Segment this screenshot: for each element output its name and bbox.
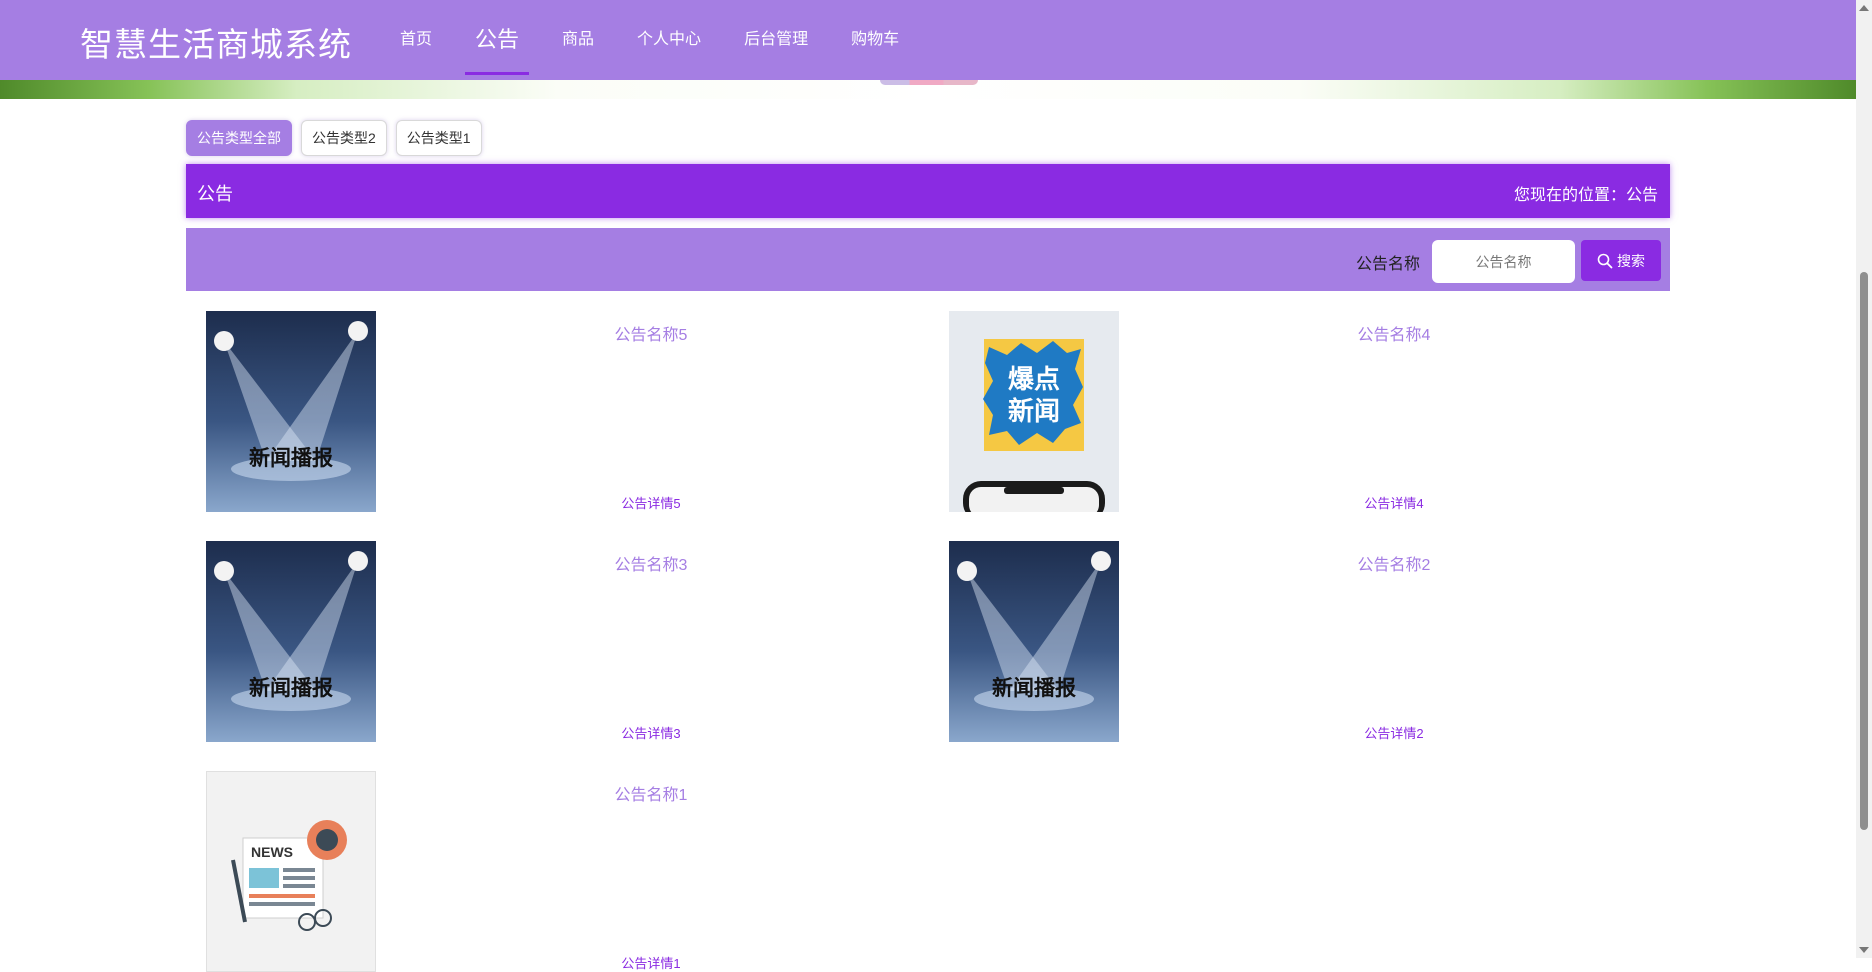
notice-name[interactable]: 公告名称2 — [1119, 551, 1669, 575]
main-nav: 首页 公告 商品 个人中心 后台管理 购物车 — [400, 0, 942, 80]
search-bar: 公告名称 搜索 — [186, 228, 1670, 291]
scroll-thumb[interactable] — [1860, 272, 1868, 830]
notice-name[interactable]: 公告名称5 — [376, 321, 926, 345]
notice-detail-link[interactable]: 公告详情3 — [376, 723, 926, 742]
top-header: 智慧生活商城系统 首页 公告 商品 个人中心 后台管理 购物车 — [0, 0, 1856, 80]
search-icon — [1597, 253, 1613, 268]
notice-name[interactable]: 公告名称4 — [1119, 321, 1669, 345]
spotlight-image[interactable]: 新闻播报 — [949, 541, 1119, 742]
filter-all-button[interactable]: 公告类型全部 — [186, 120, 292, 156]
page-scrollbar[interactable] — [1856, 0, 1872, 958]
notice-card[interactable]: 爆点新闻 公告名称4 公告详情4 — [929, 311, 1669, 512]
notice-card[interactable]: NEWS 公告名称1 公告详情1 — [186, 771, 926, 972]
scroll-up-icon[interactable] — [1859, 5, 1869, 11]
notice-detail-link[interactable]: 公告详情5 — [376, 493, 926, 512]
filter-type1-button[interactable]: 公告类型1 — [395, 120, 482, 156]
nav-products[interactable]: 商品 — [562, 0, 594, 80]
thumb-caption: 新闻播报 — [249, 447, 333, 470]
notice-type-filters: 公告类型全部 公告类型2 公告类型1 — [186, 120, 491, 156]
notice-card[interactable]: 新闻播报 公告名称5 公告详情5 — [186, 311, 926, 512]
site-brand[interactable]: 智慧生活商城系统 — [80, 18, 352, 66]
search-input[interactable] — [1432, 240, 1575, 283]
search-button[interactable]: 搜索 — [1581, 240, 1661, 281]
page-title: 公告 — [197, 184, 233, 204]
nav-admin[interactable]: 后台管理 — [744, 0, 808, 80]
spotlight-image[interactable]: 新闻播报 — [206, 541, 376, 742]
thumb-caption: 新闻播报 — [249, 677, 333, 700]
nav-notice[interactable]: 公告 — [465, 0, 530, 80]
nav-personal-center[interactable]: 个人中心 — [637, 0, 701, 80]
carousel-indicator[interactable] — [880, 80, 978, 85]
breaking-news-phone-image[interactable]: 爆点新闻 — [949, 311, 1119, 512]
section-title-bar: 公告 您现在的位置：公告 — [186, 164, 1670, 218]
search-label: 公告名称 — [1356, 256, 1421, 273]
scroll-down-icon[interactable] — [1859, 947, 1869, 953]
filter-type2-button[interactable]: 公告类型2 — [301, 120, 387, 156]
notice-detail-link[interactable]: 公告详情4 — [1119, 493, 1669, 512]
notice-detail-link[interactable]: 公告详情2 — [1119, 723, 1669, 742]
notice-detail-link[interactable]: 公告详情1 — [376, 953, 926, 972]
thumb-caption: NEWS — [251, 844, 293, 860]
nav-cart[interactable]: 购物车 — [851, 0, 899, 80]
notice-card[interactable]: 新闻播报 公告名称2 公告详情2 — [929, 541, 1669, 742]
notice-card[interactable]: 新闻播报 公告名称3 公告详情3 — [186, 541, 926, 742]
thumb-caption: 爆点新闻 — [1007, 364, 1060, 426]
search-button-label: 搜索 — [1617, 252, 1645, 269]
spotlight-image[interactable]: 新闻播报 — [206, 311, 376, 512]
breadcrumb: 您现在的位置：公告 — [1513, 187, 1658, 204]
notice-name[interactable]: 公告名称3 — [376, 551, 926, 575]
nav-home[interactable]: 首页 — [400, 0, 432, 80]
thumb-caption: 新闻播报 — [992, 677, 1076, 700]
newspaper-image[interactable]: NEWS — [206, 771, 376, 972]
notice-name[interactable]: 公告名称1 — [376, 781, 926, 805]
